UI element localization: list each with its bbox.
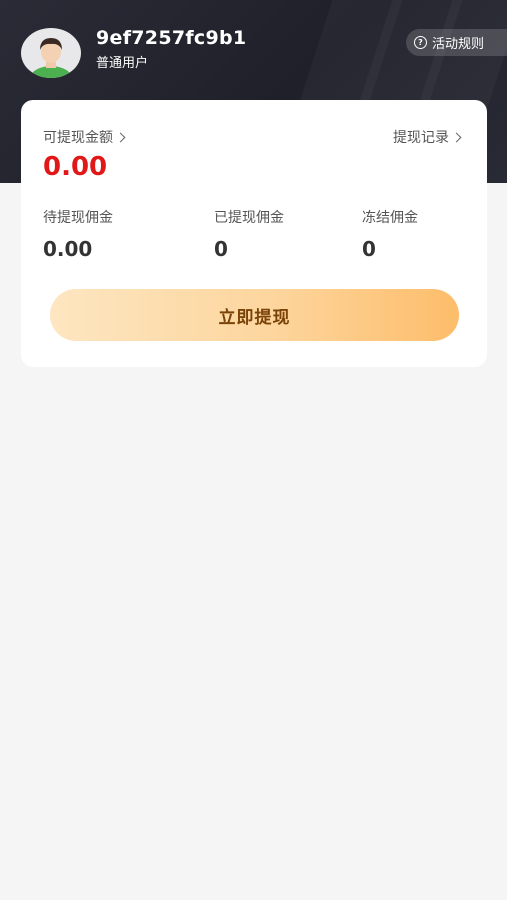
username: 9ef7257fc9b1	[96, 27, 247, 49]
withdrawable-amount-label: 可提现金额	[43, 130, 113, 146]
activity-rules-label: 活动规则	[432, 37, 485, 52]
user-role: 普通用户	[96, 56, 149, 71]
commission-card: 可提现金额 提现记录 0.00 待提现佣金 0.00 已提现佣金 0 冻结佣金 …	[21, 100, 487, 367]
withdrawable-amount-link[interactable]: 可提现金额	[43, 127, 126, 147]
pending-commission-label: 待提现佣金	[43, 210, 113, 226]
chevron-right-icon	[451, 132, 462, 143]
pending-commission-value: 0.00	[43, 237, 93, 261]
withdrawn-commission-value: 0	[214, 237, 228, 261]
frozen-commission-label: 冻结佣金	[362, 210, 418, 226]
withdraw-records-link[interactable]: 提现记录	[393, 127, 462, 147]
chevron-right-icon	[115, 132, 126, 143]
withdraw-records-label: 提现记录	[393, 130, 449, 146]
frozen-commission-value: 0	[362, 237, 376, 261]
avatar[interactable]	[21, 28, 81, 78]
withdraw-now-button[interactable]: 立即提现	[50, 289, 459, 341]
withdrawable-amount-value: 0.00	[43, 152, 108, 182]
withdrawn-commission-label: 已提现佣金	[214, 210, 284, 226]
activity-rules-button[interactable]: ? 活动规则	[406, 29, 507, 56]
question-circle-icon: ?	[414, 36, 427, 49]
user-avatar-icon	[21, 28, 81, 78]
